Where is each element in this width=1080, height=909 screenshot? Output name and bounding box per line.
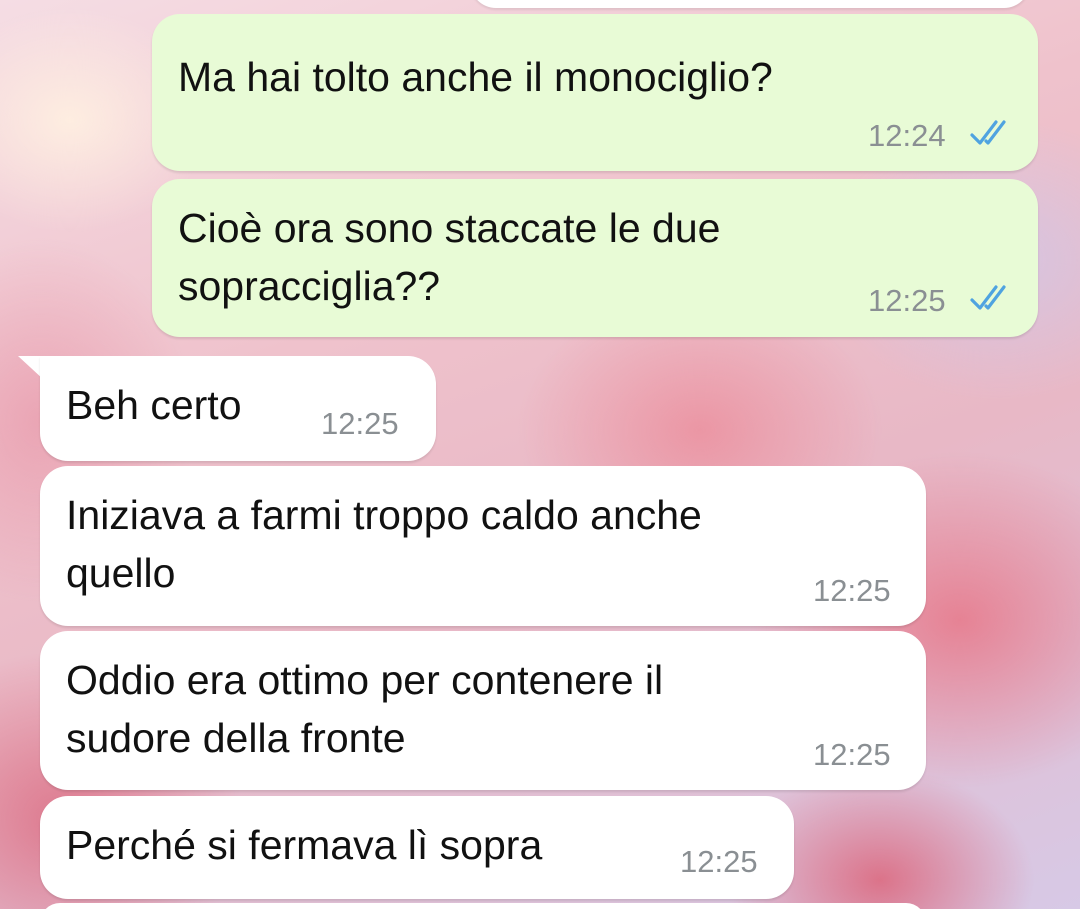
double-check-read-icon [970, 285, 1006, 310]
message-text-line-2: sopracciglia?? [178, 263, 441, 309]
message-text: Beh certo [66, 382, 242, 428]
message-timestamp: 12:24 [868, 118, 946, 153]
previous-message-bubble-partial [470, 0, 1030, 8]
outgoing-message-bubble[interactable]: Cioè ora sono staccate le due sopraccigl… [152, 179, 1038, 337]
incoming-message-bubble[interactable]: Iniziava a farmi troppo caldo anche quel… [40, 466, 926, 626]
incoming-message-bubble[interactable]: Beh certo 12:25 [40, 356, 436, 461]
message-text-line-1: Iniziava a farmi troppo caldo anche [66, 492, 702, 538]
message-text: Perché si fermava lì sopra [66, 822, 543, 868]
message-timestamp: 12:25 [813, 737, 891, 772]
message-timestamp: 12:25 [321, 406, 399, 441]
message-timestamp: 12:25 [680, 844, 758, 879]
message-timestamp: 12:25 [868, 283, 946, 318]
chat-message-list[interactable]: Ma hai tolto anche il monociglio? 12:24 … [0, 0, 1080, 909]
next-message-bubble-partial [40, 903, 926, 909]
message-text-line-2: sudore della fronte [66, 715, 406, 761]
message-text-line-2: quello [66, 550, 176, 596]
message-text-line-1: Cioè ora sono staccate le due [178, 205, 721, 251]
double-check-read-icon [970, 120, 1006, 145]
outgoing-message-bubble[interactable]: Ma hai tolto anche il monociglio? 12:24 [152, 14, 1038, 171]
message-text: Ma hai tolto anche il monociglio? [178, 54, 773, 100]
incoming-message-bubble[interactable]: Oddio era ottimo per contenere il sudore… [40, 631, 926, 790]
message-text-line-1: Oddio era ottimo per contenere il [66, 657, 664, 703]
incoming-message-bubble[interactable]: Perché si fermava lì sopra 12:25 [40, 796, 794, 899]
message-timestamp: 12:25 [813, 573, 891, 608]
